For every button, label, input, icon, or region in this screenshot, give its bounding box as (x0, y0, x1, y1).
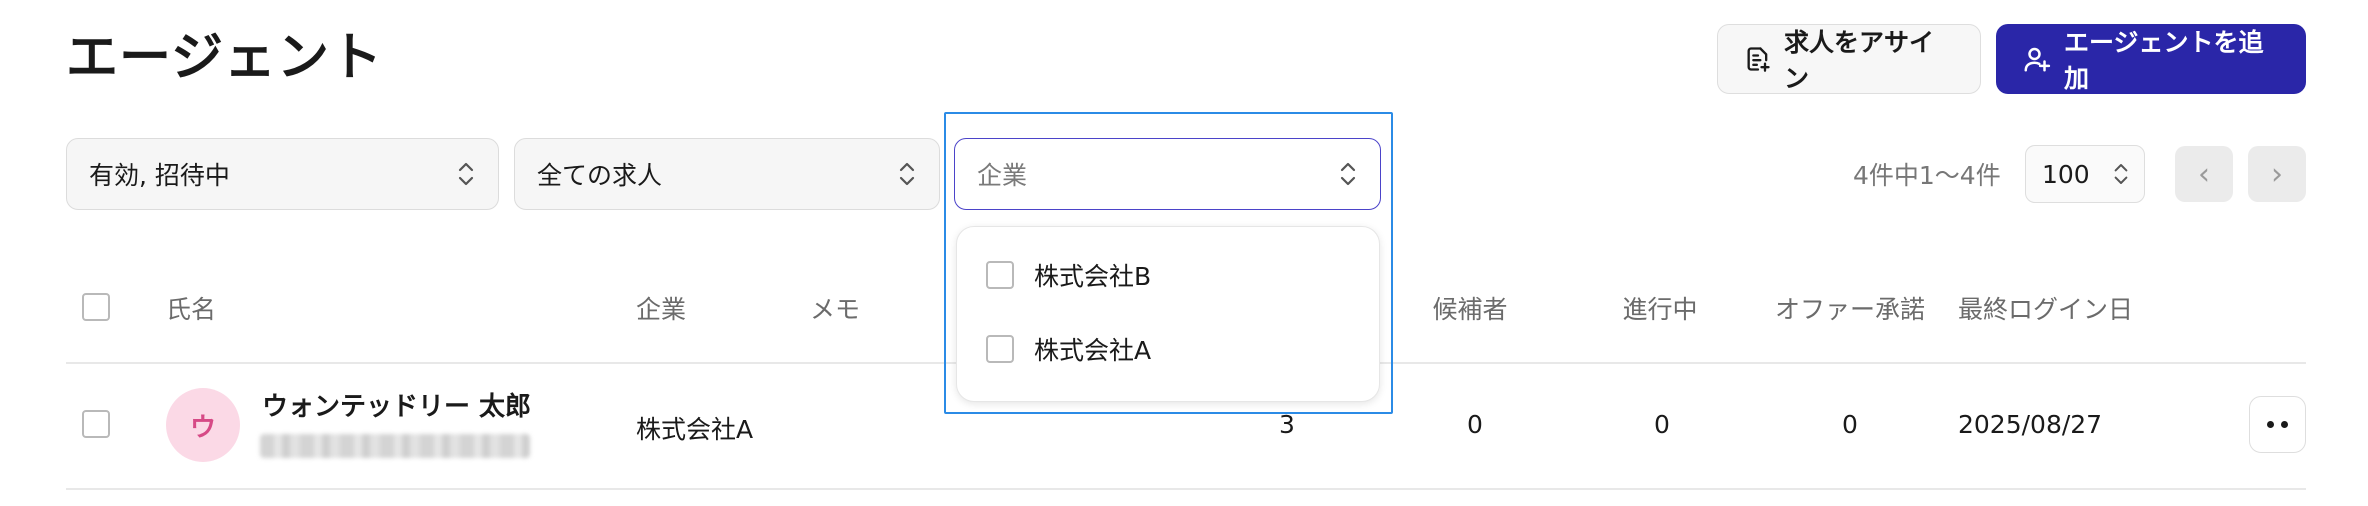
agent-candidates: 0 (1467, 410, 1483, 439)
agent-company: 株式会社A (636, 415, 754, 444)
jobs-filter-select[interactable]: 全ての求人 (514, 138, 940, 210)
agent-name[interactable]: ウォンテッドリー 太郎 (262, 386, 531, 423)
header-in-progress: 進行中 (1622, 295, 1698, 324)
company-filter-select[interactable]: 企業 (954, 138, 1381, 210)
select-all-checkbox[interactable] (82, 293, 110, 321)
header-name: 氏名 (166, 295, 217, 324)
next-page-button[interactable]: › (2248, 146, 2306, 202)
row-divider (66, 488, 2306, 490)
jobs-filter-value: 全ての求人 (537, 161, 663, 190)
assign-job-button[interactable]: 求人をアサイン (1717, 24, 1981, 94)
company-option-label: 株式会社A (1034, 336, 1152, 365)
company-option-b[interactable]: 株式会社B (986, 255, 1151, 295)
prev-page-button[interactable]: ‹ (2175, 146, 2233, 202)
header-memo: メモ (810, 295, 861, 324)
status-filter-value: 有効, 招待中 (89, 161, 230, 190)
header-candidates: 候補者 (1432, 295, 1508, 324)
company-dropdown-menu (956, 226, 1380, 402)
agent-offers-accepted: 0 (1842, 410, 1858, 439)
row-actions-button[interactable] (2249, 396, 2306, 453)
header-offers-accepted: オファー承諾 (1774, 295, 1926, 324)
assign-job-label: 求人をアサイン (1784, 28, 1935, 93)
agent-email-redacted (260, 434, 530, 458)
more-horizontal-icon-dot (2281, 421, 2288, 428)
agent-in-progress: 0 (1654, 410, 1670, 439)
chevron-left-icon: ‹ (2198, 156, 2210, 192)
page-title: エージェント (66, 28, 383, 88)
company-option-label: 株式会社B (1034, 262, 1152, 291)
add-agent-button[interactable]: エージェントを追加 (1996, 24, 2306, 94)
pagination-range: 4件中1〜4件 (1853, 161, 2001, 190)
add-agent-label: エージェントを追加 (2064, 28, 2264, 93)
status-filter-select[interactable]: 有効, 招待中 (66, 138, 499, 210)
agent-jobs-count: 3 (1279, 410, 1295, 439)
avatar: ウ (166, 388, 240, 462)
company-option-checkbox[interactable] (986, 335, 1014, 363)
company-option-a[interactable]: 株式会社A (986, 329, 1151, 369)
company-filter-placeholder: 企業 (977, 161, 1028, 190)
per-page-select[interactable]: 100 (2025, 145, 2145, 203)
header-company: 企業 (636, 295, 687, 324)
per-page-value: 100 (2042, 159, 2090, 189)
chevron-updown-icon (899, 162, 915, 186)
document-plus-icon (1747, 47, 1770, 72)
header-last-login: 最終ログイン日 (1958, 295, 2134, 324)
user-plus-icon (2024, 47, 2051, 72)
chevron-updown-icon (2114, 164, 2128, 184)
chevron-updown-icon (1340, 162, 1356, 186)
chevron-right-icon: › (2271, 156, 2283, 192)
agent-last-login: 2025/08/27 (1958, 410, 2103, 439)
row-checkbox[interactable] (82, 410, 110, 438)
chevron-updown-icon (458, 162, 474, 186)
more-horizontal-icon (2267, 421, 2274, 428)
company-option-checkbox[interactable] (986, 261, 1014, 289)
